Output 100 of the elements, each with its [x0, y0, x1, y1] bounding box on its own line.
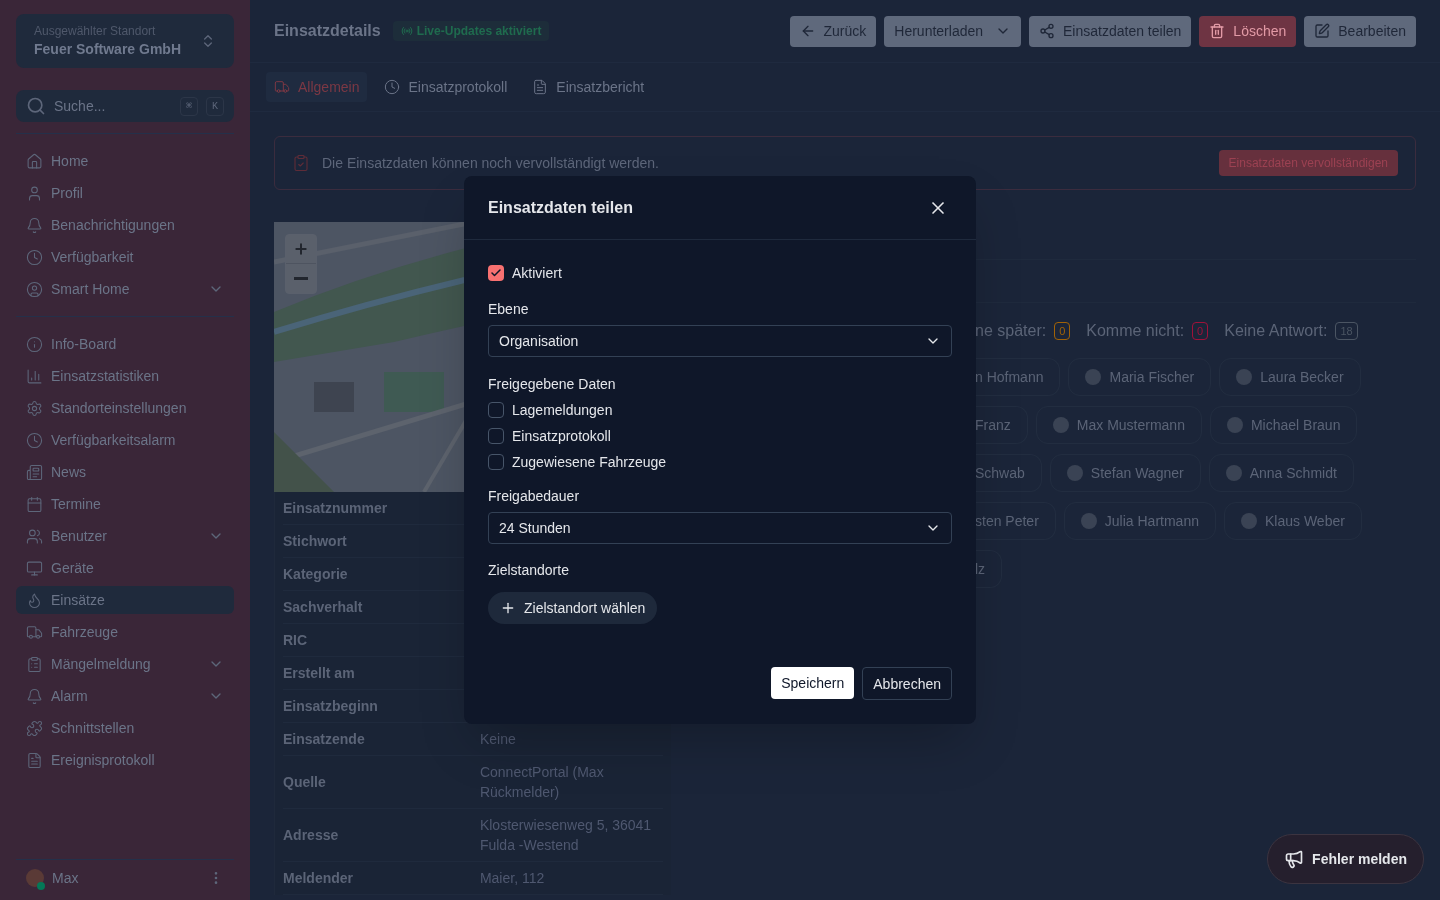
- toolbar-button[interactable]: Zurück: [789, 15, 877, 47]
- minus-icon: [294, 277, 308, 280]
- live-badge: Live-Updates aktiviert: [392, 21, 550, 41]
- toolbar-button[interactable]: Bearbeiten: [1304, 15, 1416, 47]
- nav-item[interactable]: Termine: [16, 490, 234, 518]
- save-button[interactable]: Speichern: [771, 667, 855, 699]
- level-select[interactable]: Organisation: [488, 325, 952, 357]
- detail-value: ConnectPortal (Max Rückmelder): [479, 763, 605, 802]
- clock-icon: [26, 248, 43, 266]
- detail-label: Sachverhalt: [283, 598, 364, 617]
- cancel-button[interactable]: Abbrechen: [862, 667, 952, 700]
- nav-item[interactable]: Home: [16, 147, 234, 175]
- person-chip: Max Mustermann: [1035, 406, 1202, 444]
- document-icon: [26, 751, 43, 769]
- duration-select[interactable]: 24 Stunden: [488, 512, 952, 544]
- plus-icon: [293, 241, 309, 257]
- nav-item[interactable]: Verfügbarkeitsalarm: [16, 426, 234, 454]
- nav-item[interactable]: Profil: [16, 179, 234, 207]
- clipboard-icon: [26, 655, 43, 673]
- nav-item[interactable]: Info-Board: [16, 330, 234, 358]
- checkbox-label: Zugewiesene Fahrzeuge: [512, 453, 667, 472]
- toolbar-button[interactable]: Einsatzdaten teilen: [1029, 15, 1192, 47]
- check-icon: [490, 267, 502, 279]
- field-label: Freigabedauer: [488, 487, 581, 506]
- shortcut-key: ⌘: [179, 96, 198, 116]
- detail-label: Stichwort: [283, 532, 348, 551]
- calendar-icon: [26, 495, 43, 513]
- nav-item[interactable]: Benachrichtigungen: [16, 211, 234, 239]
- person-chip: Julia Hartmann: [1063, 502, 1216, 540]
- nav-item[interactable]: Smart Home: [16, 275, 234, 303]
- chart-icon: [26, 367, 43, 385]
- info-icon: [26, 335, 43, 353]
- detail-label: Kategorie: [283, 565, 349, 584]
- checkbox-label: Einsatzprotokoll: [512, 427, 611, 446]
- tab[interactable]: Einsatzbericht: [524, 72, 653, 102]
- toolbar-button[interactable]: Herunterladen: [884, 15, 1022, 47]
- person-chip: Stefan Wagner: [1049, 454, 1201, 492]
- nav-item[interactable]: Alarm: [16, 682, 234, 710]
- settings-icon: [26, 399, 43, 417]
- nav-item[interactable]: Einsatzstatistiken: [16, 362, 234, 390]
- nav-item[interactable]: Benutzer: [16, 522, 234, 550]
- nav-item[interactable]: Fahrzeuge: [16, 618, 234, 646]
- count-label: Keine Antwort:: [1224, 321, 1328, 341]
- nav-item[interactable]: Verfügbarkeit: [16, 243, 234, 271]
- user-icon: [26, 184, 43, 202]
- checkbox[interactable]: [488, 265, 504, 281]
- puzzle-icon: [26, 719, 43, 737]
- newspaper-icon: [26, 463, 43, 481]
- search-input[interactable]: Suche...: [54, 96, 172, 116]
- field-label: Zielstandorte: [488, 561, 570, 580]
- count-label: ne später:: [975, 321, 1047, 341]
- nav-item[interactable]: News: [16, 458, 234, 486]
- clipboard-icon: [292, 154, 310, 172]
- detail-label: RIC: [283, 631, 309, 650]
- detail-label: Quelle: [283, 773, 327, 792]
- checkbox[interactable]: [488, 454, 504, 470]
- edit-icon: [1314, 23, 1331, 39]
- nav-item[interactable]: Mängelmeldung: [16, 650, 234, 678]
- nav-item[interactable]: Schnittstellen: [16, 714, 234, 742]
- nav-item[interactable]: Standorteinstellungen: [16, 394, 234, 422]
- toolbar-button[interactable]: Löschen: [1199, 15, 1297, 47]
- nav-item[interactable]: Geräte: [16, 554, 234, 582]
- document-icon: [532, 79, 549, 95]
- detail-label: Einsatzende: [283, 730, 366, 749]
- home-icon: [26, 152, 43, 170]
- person-chip: Klaus Weber: [1224, 502, 1362, 540]
- tab[interactable]: Einsatzprotokoll: [376, 72, 516, 102]
- person-chip: Maria Fischer: [1068, 358, 1212, 396]
- nav-item[interactable]: Einsätze: [16, 586, 234, 614]
- truck-icon: [26, 623, 43, 641]
- detail-label: Adresse: [283, 826, 340, 845]
- dialog-title: Einsatzdaten teilen: [488, 197, 633, 218]
- truck-icon: [274, 79, 290, 95]
- checkbox-label: Lagemeldungen: [512, 401, 613, 420]
- bell-icon: [26, 687, 43, 705]
- report-button[interactable]: Fehler melden: [1267, 834, 1424, 884]
- detail-value: Maier, 112: [479, 869, 546, 888]
- detail-value: Klosterwiesenweg 5, 36041 Fulda -Westend: [479, 816, 653, 855]
- person-chip: Anna Schmidt: [1208, 454, 1354, 492]
- page-title: Einsatzdetails: [274, 21, 381, 41]
- add-target-button[interactable]: Zielstandort wählen: [488, 592, 658, 624]
- clock-icon: [384, 79, 401, 95]
- user-name: Max: [52, 869, 80, 888]
- search-field[interactable]: Suche... ⌘ K: [16, 90, 234, 122]
- checkbox[interactable]: [488, 428, 504, 444]
- shortcut-key: K: [206, 96, 224, 116]
- count-badge: 0: [1054, 321, 1071, 341]
- flame-icon: [26, 591, 43, 609]
- checkbox-label: Aktiviert: [512, 264, 562, 283]
- count-label: Komme nicht:: [1086, 321, 1185, 341]
- alert-text: Die Einsatzdaten können noch vervollständigt werden.: [322, 154, 660, 173]
- users-icon: [26, 527, 43, 545]
- person-chip: Laura Becker: [1219, 358, 1361, 396]
- checkbox[interactable]: [488, 402, 504, 418]
- broadcast-icon: [400, 25, 413, 37]
- share-icon: [1039, 23, 1056, 39]
- tab[interactable]: Allgemein: [266, 72, 368, 102]
- megaphone-icon: [1284, 849, 1305, 869]
- bell-icon: [26, 216, 43, 234]
- nav-item[interactable]: Ereignisprotokoll: [16, 746, 234, 774]
